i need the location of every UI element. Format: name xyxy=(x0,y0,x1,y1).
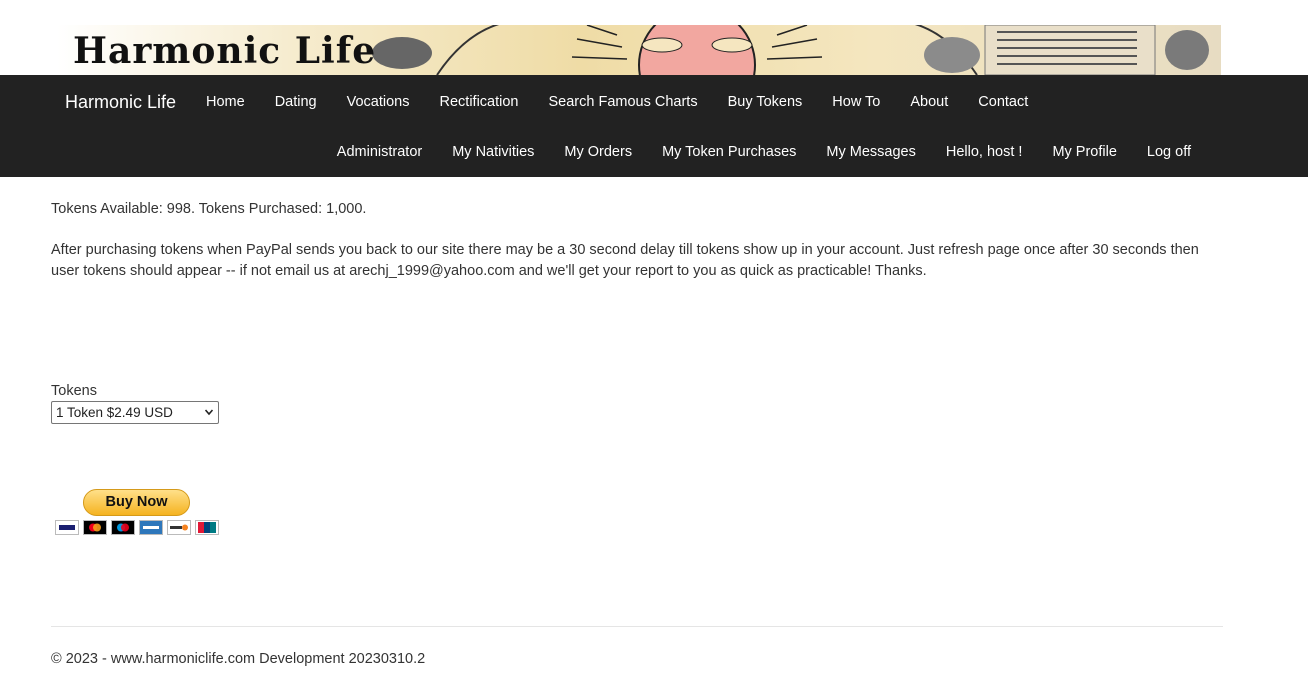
nav-how-to[interactable]: How To xyxy=(832,94,880,110)
nav-dating[interactable]: Dating xyxy=(275,94,317,110)
tokens-status: Tokens Available: 998. Tokens Purchased:… xyxy=(51,201,367,217)
tokens-select[interactable]: 1 Token $2.49 USD xyxy=(51,401,219,424)
tokens-select-value: 1 Token $2.49 USD xyxy=(56,405,173,420)
nav-contact[interactable]: Contact xyxy=(978,94,1028,110)
nav-buy-tokens[interactable]: Buy Tokens xyxy=(728,94,803,110)
chevron-down-icon xyxy=(205,409,213,416)
unionpay-icon xyxy=(195,520,219,535)
nav-administrator[interactable]: Administrator xyxy=(337,144,422,160)
mastercard-icon xyxy=(83,520,107,535)
site-logo[interactable]: Harmonic Life xyxy=(73,29,376,73)
footer-divider xyxy=(51,626,1223,627)
footer-text: © 2023 - www.harmoniclife.com Developmen… xyxy=(51,651,426,667)
main-nav: Home Dating Vocations Rectification Sear… xyxy=(206,94,1058,110)
visa-icon xyxy=(55,520,79,535)
nav-my-token-purchases[interactable]: My Token Purchases xyxy=(662,144,796,160)
nav-rectification[interactable]: Rectification xyxy=(440,94,519,110)
purchase-notice: After purchasing tokens when PayPal send… xyxy=(51,242,1199,279)
nav-home[interactable]: Home xyxy=(206,94,245,110)
discover-icon xyxy=(167,520,191,535)
payment-card-logos xyxy=(55,520,219,535)
nav-my-orders[interactable]: My Orders xyxy=(564,144,632,160)
nav-my-profile[interactable]: My Profile xyxy=(1052,144,1116,160)
header-banner: Harmonic Life xyxy=(57,25,1221,75)
nav-my-nativities[interactable]: My Nativities xyxy=(452,144,534,160)
tokens-label: Tokens xyxy=(51,383,97,399)
navbar-brand[interactable]: Harmonic Life xyxy=(65,92,176,112)
amex-icon xyxy=(139,520,163,535)
nav-about[interactable]: About xyxy=(910,94,948,110)
nav-hello-user[interactable]: Hello, host ! xyxy=(946,144,1023,160)
paypal-buy-now-button[interactable]: Buy Now xyxy=(83,489,190,516)
navbar: Harmonic Life Home Dating Vocations Rect… xyxy=(0,75,1308,177)
main-content: Tokens Available: 998. Tokens Purchased:… xyxy=(51,200,1223,282)
user-nav: Administrator My Nativities My Orders My… xyxy=(337,144,1191,160)
maestro-icon xyxy=(111,520,135,535)
nav-my-messages[interactable]: My Messages xyxy=(826,144,915,160)
nav-search-famous-charts[interactable]: Search Famous Charts xyxy=(548,94,697,110)
nav-vocations[interactable]: Vocations xyxy=(347,94,410,110)
nav-log-off[interactable]: Log off xyxy=(1147,144,1191,160)
